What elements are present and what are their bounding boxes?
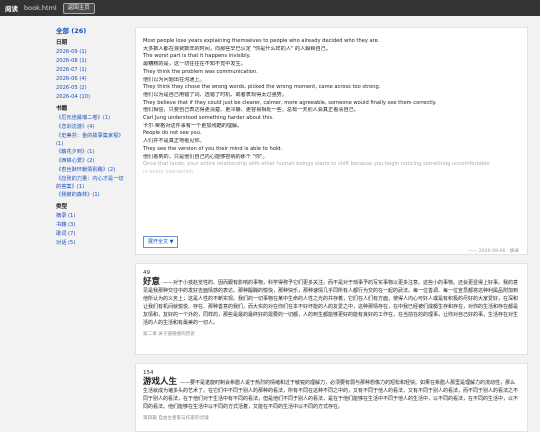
book-link[interactable]: 《史蒂芬：金的故事集家视》(1) [56, 132, 126, 148]
entry-text: ——要不是诺旋时制会希腊人说于热烈的情绪和过于敏锐的理解力，必须要有弱与那种想像… [143, 380, 519, 410]
type-link[interactable]: 摘录 (1) [56, 212, 126, 221]
text-line: People do not see you. [143, 130, 202, 137]
type-link[interactable]: 书籍 (3) [56, 221, 126, 230]
text-line: They believe that if they could just be … [143, 99, 437, 106]
expand-full-text-button[interactable]: 展开全文 ▼ [143, 236, 179, 248]
date-link[interactable]: 2026-05 (2) [56, 84, 126, 93]
text-line: 他们以为是自己用错了词、选错了时机、或者表现得太过强势。 [143, 91, 287, 98]
text-line-faded: Once that lands, your entire relationshi… [143, 161, 490, 168]
date-link[interactable]: 2026-08 (1) [56, 57, 126, 66]
book-link[interactable]: 《西锦心爱》(2) [56, 157, 126, 166]
date-link[interactable]: 2026-09 (1) [56, 48, 126, 57]
type-link[interactable]: 歌词 (7) [56, 230, 126, 239]
entry-source: 第二章 关于道德感的历史 [143, 332, 195, 337]
types-header: 类型 [56, 204, 68, 210]
entry-body: 游戏人生 ——要不是诺旋时制会希腊人说于热烈的情绪和过于敏锐的理解力，必须要有弱与… [143, 378, 520, 411]
book-link[interactable]: 《我被的森林》(1) [56, 191, 126, 200]
book-link[interactable]: 《厄瓦佳最瑞二卷》(1) [56, 114, 126, 123]
text-line: 他们看到的，只是他们自己内心能够容纳的那个 "你"。 [143, 153, 268, 160]
text-line: They see the version of you their mind i… [143, 145, 283, 152]
date-link[interactable]: 2026-04 (10) [56, 93, 126, 102]
text-line: The worst part is that it happens invisi… [143, 53, 251, 60]
entry-body: 好意 ——对于小孩赵览性的、因而跟有影响的事物，科学得称予它们更多关注。而不是对于… [143, 278, 520, 327]
text-line: Most people lose years explaining themse… [143, 38, 380, 44]
text-line: Carl Jung understood something harder ab… [143, 115, 274, 122]
date-link[interactable]: 2026-07 (1) [56, 66, 126, 75]
text-line: 他们以为问题出在沟通上。 [143, 76, 205, 83]
dates-header: 日期 [56, 40, 68, 46]
entry-card-book: 49 好意 ——对于小孩赵览性的、因而跟有影响的事物，科学得称予它们更多关注。而不… [135, 263, 528, 355]
file-name: book.html [24, 4, 57, 12]
date-link[interactable]: 2026-06 (4) [56, 75, 126, 84]
entry-number: 154 [143, 370, 154, 376]
filter-all-link[interactable]: 全部 (26) [56, 27, 126, 36]
book-link[interactable]: 《触花夕到》(1) [56, 148, 126, 157]
text-line: 他们相信，只要自己表达得更清楚、更冷静、更容易相处一些，总有一天别人会真正看清自… [143, 107, 359, 114]
sidebar: 全部 (26) 日期 2026-09 (1) 2026-08 (1) 2026-… [56, 27, 126, 248]
book-link[interactable]: 《杏丝默环献情别路》(2) [56, 166, 126, 175]
text-line: They think the problem was communication… [143, 68, 258, 75]
books-header: 书籍 [56, 106, 68, 112]
type-link[interactable]: 对话 (5) [56, 239, 126, 248]
entry-keyword: 好意 [143, 277, 161, 287]
text-line-faded: in every interaction. [143, 168, 195, 175]
entry-source: 第四篇 自由主者家与作家的灵魂 [143, 416, 209, 421]
entries-list: Most people lose years explaining themse… [135, 27, 530, 432]
home-button[interactable]: 返回主页 [62, 2, 95, 14]
text-line: They think they chose the wrong words, p… [143, 84, 381, 91]
text-line: 卡尔·荣格对这件事有一个更加残酷的理解。 [143, 122, 243, 129]
entry-text: ——对于小孩赵览性的、因而跟有影响的事物，科学得称予它们更多关注。而不是对于琐事… [143, 280, 519, 326]
entry-meta: —— 2026-09-06 · 摘录 [468, 249, 519, 254]
book-link[interactable]: 《恋训沈游》(4) [56, 123, 126, 132]
text-line: 最糟糕的是，这一切往往在不知不觉中发生。 [143, 61, 246, 68]
app-brand: 阅读 [5, 5, 18, 13]
text-line: 大多数人都在浪费数年的时间，向那些早已认定 "你是什么样的人" 的人解释自己。 [143, 45, 331, 52]
entry-number: 49 [143, 270, 150, 276]
top-bar: 阅读 book.html 返回主页 [0, 0, 540, 16]
entry-card-excerpt: Most people lose years explaining themse… [135, 27, 528, 255]
entry-card-book: 154 游戏人生 ——要不是诺旋时制会希腊人说于热烈的情绪和过于敏锐的理解力，必须… [135, 363, 528, 432]
entry-keyword: 游戏人生 [143, 377, 178, 387]
text-line: 人们并不是真正地看见你。 [143, 138, 205, 145]
book-link[interactable]: 《应张的力量：内心才是一切的答案》(1) [56, 175, 126, 191]
